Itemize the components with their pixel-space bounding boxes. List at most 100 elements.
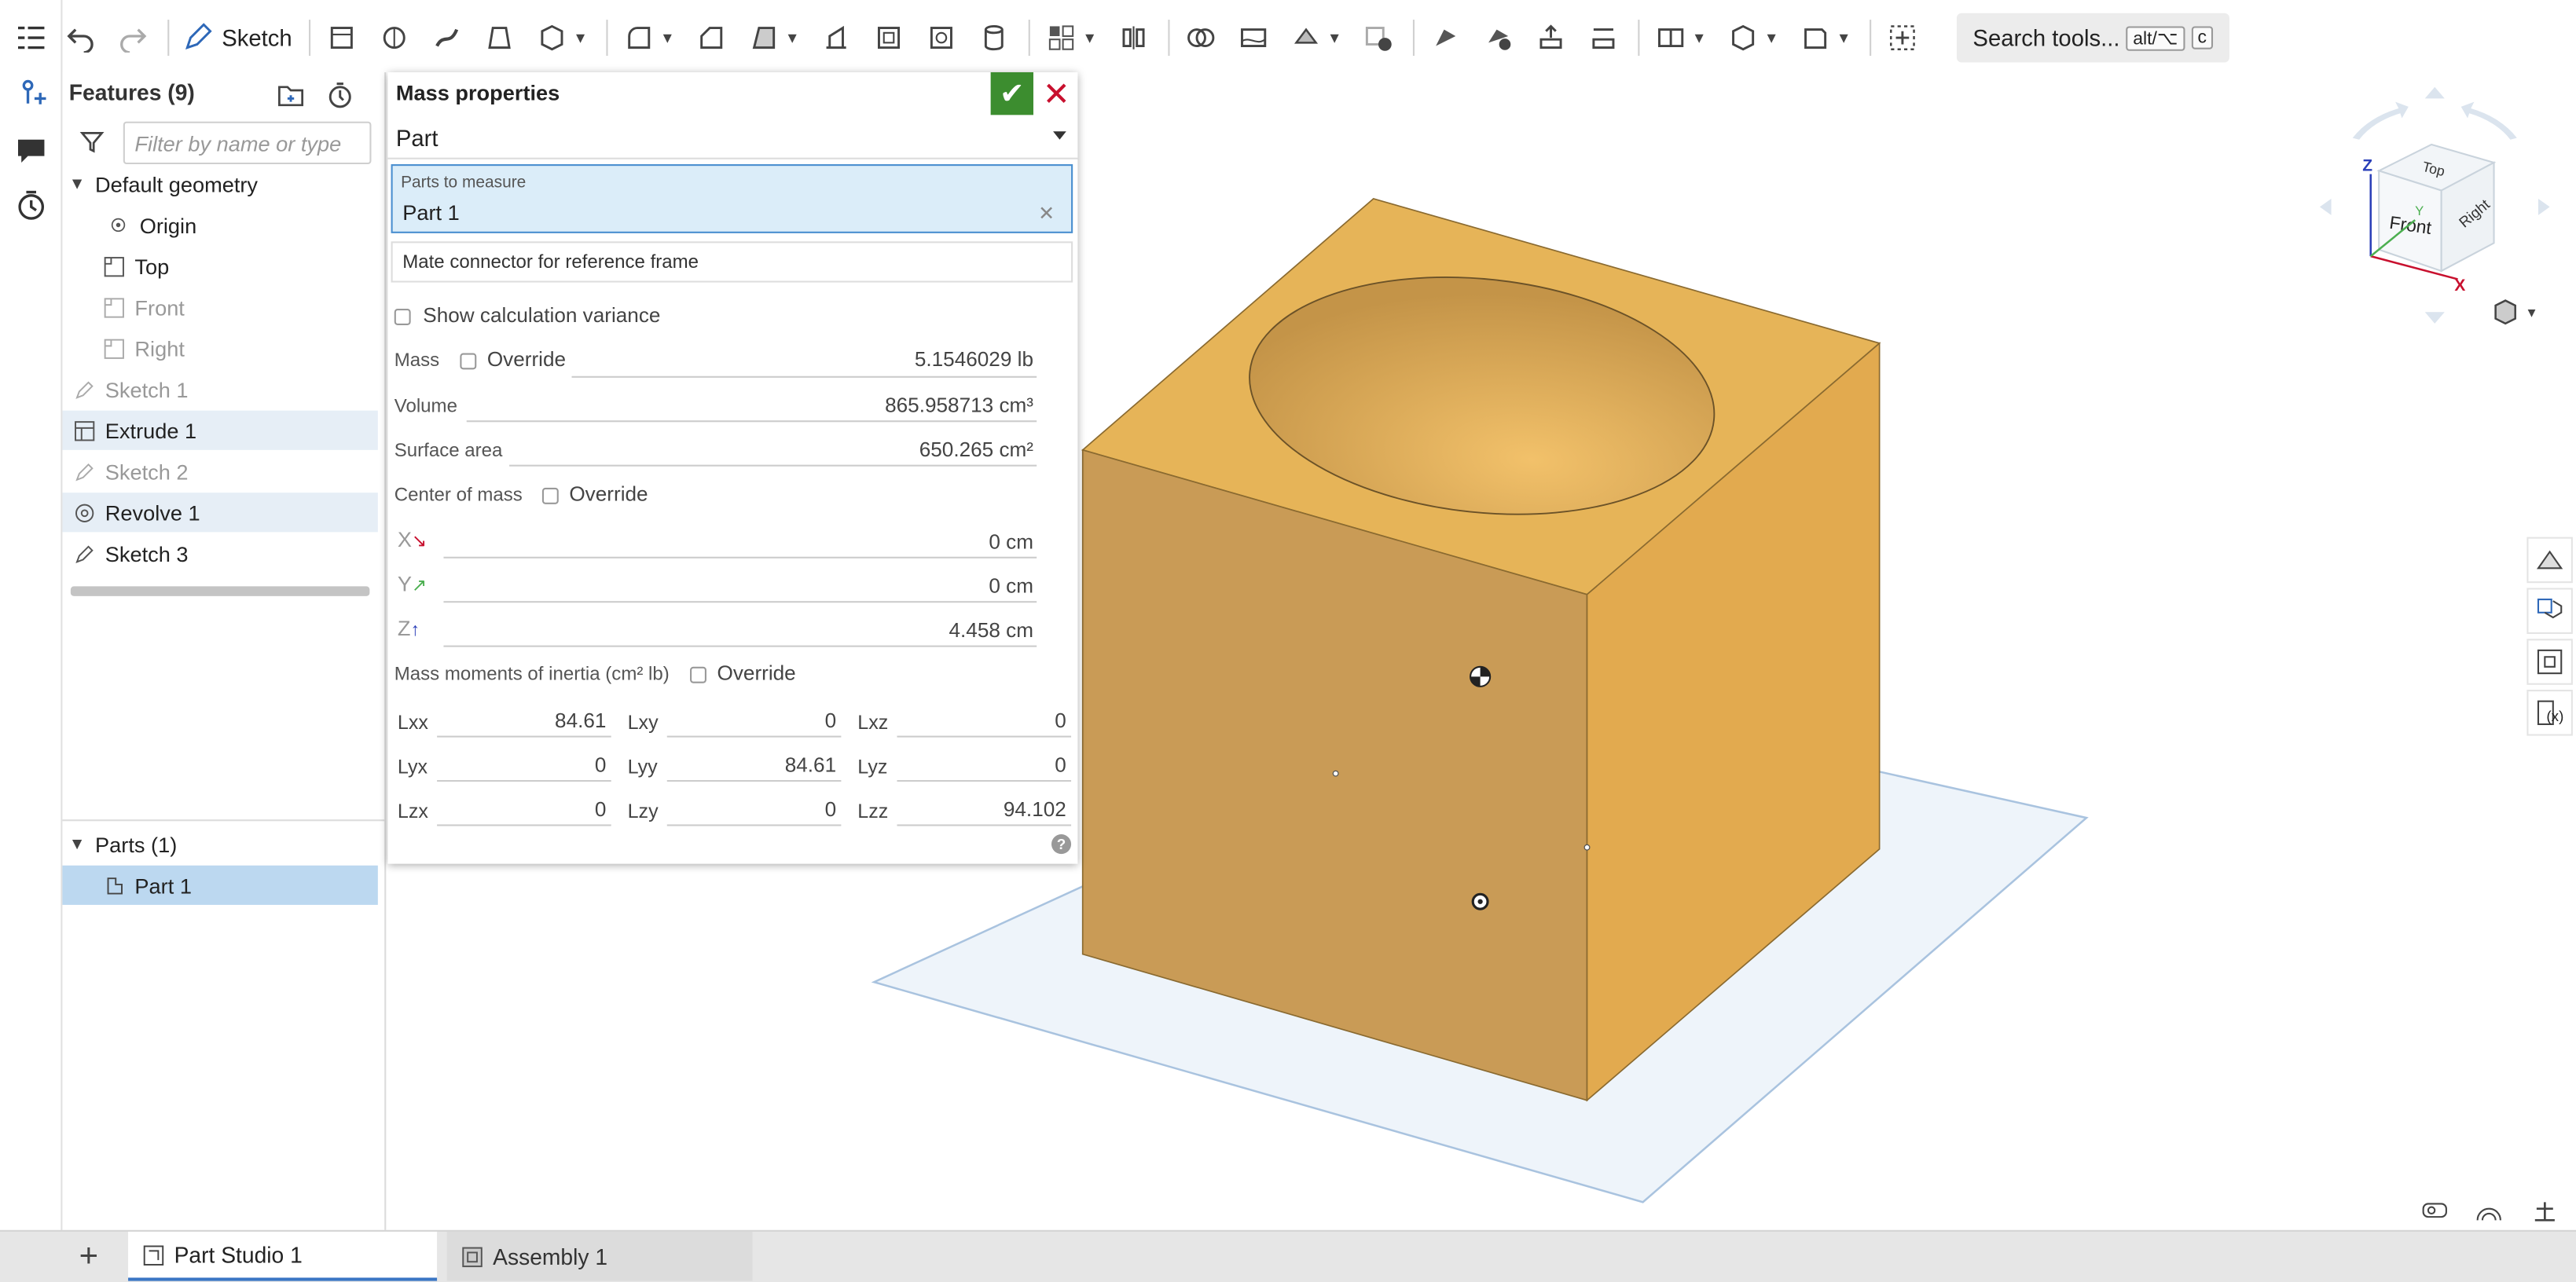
rollback-timer-icon[interactable] [325,80,355,110]
plane-icon[interactable] [1653,20,1689,56]
transform-icon[interactable] [1288,20,1324,56]
rotate-down-arrow[interactable] [2424,312,2445,324]
search-tools-button[interactable]: Search tools... alt/⌥ c [1956,13,2230,63]
chevron-down-icon[interactable]: ▼ [69,175,86,193]
sketch-button[interactable]: Sketch [182,23,292,53]
add-tab-button[interactable]: + [72,1238,105,1274]
rotate-ccw-arrow[interactable] [2352,101,2409,140]
com-override-row[interactable]: Override [541,483,648,506]
sheet-metal-icon[interactable] [1797,20,1833,56]
help-icon[interactable]: ? [1051,834,1072,855]
center-of-mass-icon[interactable] [1470,665,1492,687]
chamfer-icon[interactable] [693,20,729,56]
confirm-button[interactable]: ✔ [990,71,1033,115]
fillet-icon[interactable] [621,20,657,56]
insert-icon[interactable] [13,75,50,112]
tree-item-front-plane[interactable]: Front [62,288,377,327]
measure-mode-select[interactable]: Part [387,116,1078,159]
show-variance-row[interactable]: Show calculation variance [394,304,660,327]
hole-icon[interactable] [923,20,960,56]
chevron-down-icon[interactable]: ▼ [1764,30,1781,46]
parts-panel-icon[interactable] [2526,588,2573,634]
rotate-up-arrow[interactable] [2424,86,2445,99]
mate-connector-field[interactable]: Mate connector for reference frame [391,241,1073,283]
pattern-icon[interactable] [1043,20,1079,56]
draft-icon[interactable] [746,20,782,56]
measure-icon[interactable] [2420,1197,2449,1223]
chevron-down-icon[interactable]: ▼ [1837,30,1853,46]
chevron-down-icon[interactable]: ▼ [573,30,589,46]
move-face-icon[interactable] [1532,20,1569,56]
revolve-icon[interactable] [376,20,412,56]
tree-item-default-geometry[interactable]: ▼ Default geometry [62,164,377,203]
com-override-checkbox[interactable] [541,487,559,504]
add-custom-feature-icon[interactable] [1884,20,1921,56]
mass-override-row[interactable]: Override [460,348,566,371]
lxz-underline [897,735,1072,738]
tree-item-sketch-3[interactable]: Sketch 3 [62,533,377,573]
rib-icon[interactable] [818,20,854,56]
lzy-label: Lzy [627,800,659,823]
part-item-label: Part 1 [134,873,192,898]
chevron-down-icon[interactable]: ▼ [1082,30,1099,46]
appearance-panel-icon[interactable] [2526,537,2573,584]
cancel-button[interactable]: ✕ [1043,74,1070,113]
measure-mode-value: Part [395,124,439,152]
section-view-icon[interactable] [2474,1197,2504,1223]
modify-fillet-icon[interactable] [1427,20,1463,56]
add-folder-icon[interactable] [276,80,306,110]
replace-face-icon[interactable] [1585,20,1621,56]
loft-icon[interactable] [481,20,517,56]
view-options-button[interactable]: ▼ [2490,297,2543,327]
mate-connector-icon[interactable] [1725,20,1761,56]
mirror-icon[interactable] [1115,20,1151,56]
rotate-right-arrow[interactable] [2537,198,2550,215]
filter-icon[interactable] [79,128,105,154]
tree-item-sketch-2[interactable]: Sketch 2 [62,452,377,491]
tab-part-studio-1[interactable]: Part Studio 1 [128,1231,438,1281]
thicken-icon[interactable] [534,20,570,56]
delete-face-icon[interactable] [1480,20,1516,56]
chevron-down-icon[interactable]: ▼ [1327,30,1344,46]
rotate-cw-arrow[interactable] [2460,101,2517,140]
tree-item-right-plane[interactable]: Right [62,328,377,368]
cylinder-icon[interactable] [975,20,1011,56]
origin-point-icon[interactable] [1471,892,1489,910]
split-icon[interactable] [1235,20,1271,56]
com-z-underline [443,645,1037,647]
undo-icon[interactable] [62,20,98,56]
part-item[interactable]: Part 1 [62,865,378,905]
redo-icon[interactable] [115,20,151,56]
mass-properties-icon[interactable] [2530,1197,2560,1223]
tree-item-origin[interactable]: Origin [62,205,377,244]
parts-header[interactable]: ▼ Parts (1) [62,824,377,863]
rotate-left-arrow[interactable] [2319,198,2332,215]
delete-part-icon[interactable] [1360,20,1396,56]
tree-item-extrude-1[interactable]: Extrude 1 [62,410,378,450]
feature-list-icon[interactable] [13,20,50,56]
clear-selection-icon[interactable]: ✕ [1038,202,1055,225]
chevron-down-icon[interactable]: ▼ [69,835,86,853]
tree-item-top-plane[interactable]: Top [62,247,377,286]
moi-override-checkbox[interactable] [690,666,706,683]
sweep-icon[interactable] [428,20,464,56]
chevron-down-icon[interactable]: ▼ [1692,30,1708,46]
parts-to-measure-field[interactable]: Parts to measure Part 1 ✕ [391,164,1073,233]
mass-override-checkbox[interactable] [460,352,477,369]
show-variance-checkbox[interactable] [394,308,411,325]
variables-icon[interactable]: (x) [2526,690,2573,736]
feature-filter-input[interactable]: Filter by name or type [123,121,372,165]
configurations-icon[interactable] [2526,639,2573,685]
comment-icon[interactable] [13,131,50,167]
moi-override-row[interactable]: Override [690,662,796,685]
tab-assembly-1[interactable]: Assembly 1 [446,1231,753,1281]
shell-icon[interactable] [871,20,907,56]
chevron-down-icon[interactable]: ▼ [785,30,802,46]
boolean-icon[interactable] [1183,20,1219,56]
tree-item-sketch-1[interactable]: Sketch 1 [62,369,377,408]
extrude-icon[interactable] [323,20,359,56]
history-icon[interactable] [13,187,50,223]
tree-scrollbar[interactable] [70,586,370,596]
chevron-down-icon[interactable]: ▼ [660,30,677,46]
tree-item-revolve-1[interactable]: Revolve 1 [62,493,378,533]
